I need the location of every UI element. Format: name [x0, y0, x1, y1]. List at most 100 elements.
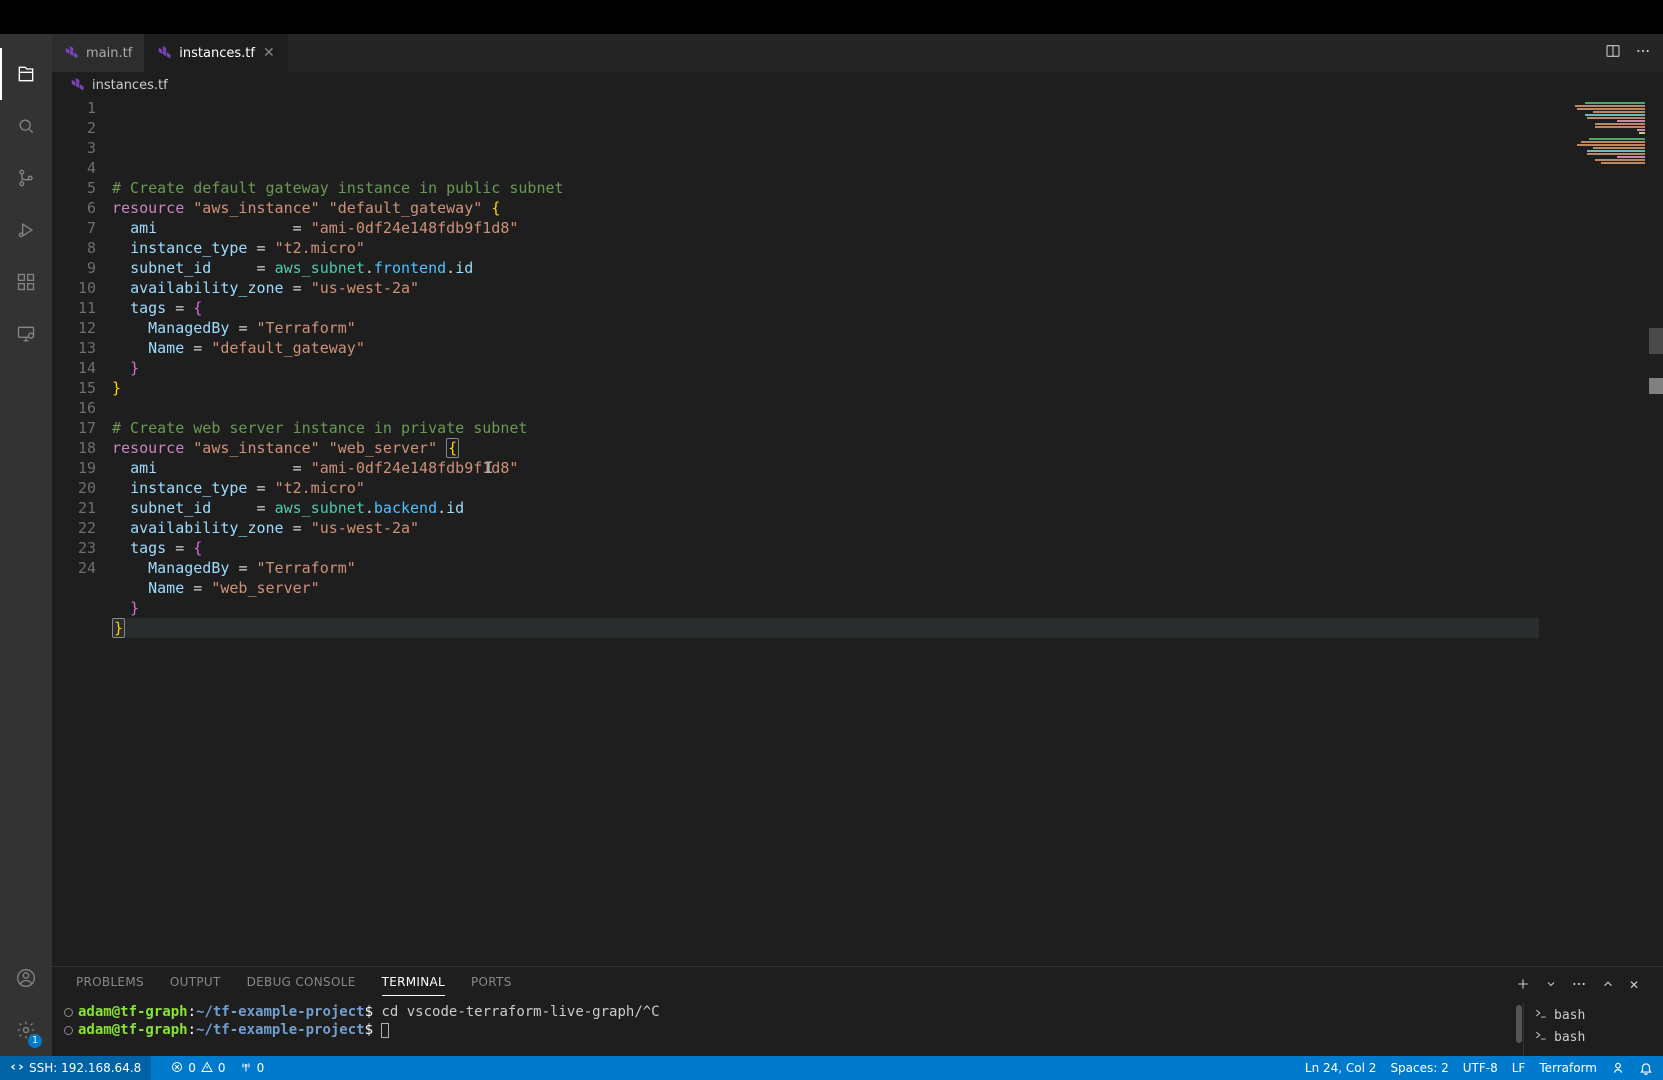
line-number: 7: [52, 218, 96, 238]
new-terminal-icon[interactable]: [1515, 976, 1531, 995]
terminal-path: ~/tf-example-project: [196, 1003, 365, 1021]
code-line[interactable]: resource "aws_instance" "web_server" {: [112, 438, 1663, 458]
terminal-bullet-icon: [64, 1008, 73, 1017]
settings-badge: 1: [28, 1034, 42, 1048]
terraform-file-icon: [64, 46, 78, 60]
terminal-list-item[interactable]: bash: [1534, 1027, 1653, 1049]
line-number: 22: [52, 518, 96, 538]
terminal-list: bash bash: [1523, 1003, 1663, 1056]
terminal-shell-icon: [1534, 1028, 1548, 1048]
code-line[interactable]: ami = "ami-0df24e148fdb9f1d8": [112, 458, 1663, 478]
status-encoding[interactable]: UTF-8: [1463, 1061, 1498, 1075]
terminal-scrollbar[interactable]: [1516, 1005, 1522, 1043]
status-language-mode[interactable]: Terraform: [1539, 1061, 1597, 1075]
tab-instances-tf[interactable]: instances.tf ✕: [145, 34, 287, 72]
code-line[interactable]: availability_zone = "us-west-2a": [112, 518, 1663, 538]
terminal-list-item[interactable]: bash: [1534, 1005, 1653, 1027]
terminal-user: adam@tf-graph: [78, 1021, 188, 1039]
code-editor[interactable]: 123456789101112131415161718192021222324 …: [52, 98, 1663, 966]
line-number: 6: [52, 198, 96, 218]
code-line[interactable]: }: [112, 358, 1663, 378]
panel-tab-ports[interactable]: PORTS: [471, 975, 512, 995]
close-tab-icon[interactable]: ✕: [263, 46, 275, 60]
terminal-cursor: [381, 1023, 389, 1038]
panel-tab-output[interactable]: OUTPUT: [170, 975, 221, 995]
breadcrumb[interactable]: instances.tf: [52, 72, 1663, 98]
status-eol[interactable]: LF: [1512, 1061, 1526, 1075]
terminal-dropdown-icon[interactable]: [1545, 978, 1557, 993]
activity-explorer-icon[interactable]: [0, 48, 52, 100]
radio-tower-icon: [240, 1061, 252, 1076]
line-number: 1: [52, 98, 96, 118]
status-feedback-icon[interactable]: [1611, 1061, 1625, 1075]
terminal-user: adam@tf-graph: [78, 1003, 188, 1021]
code-line[interactable]: ami = "ami-0df24e148fdb9f1d8": [112, 218, 1663, 238]
status-bell-icon[interactable]: [1639, 1061, 1653, 1075]
status-bar: SSH: 192.168.64.8 0 0 0 Ln 24, Col 2 Spa…: [0, 1056, 1663, 1080]
line-number: 20: [52, 478, 96, 498]
code-line[interactable]: }: [112, 378, 1663, 398]
line-number: 9: [52, 258, 96, 278]
status-ports[interactable]: 0: [240, 1061, 265, 1076]
activity-extensions-icon[interactable]: [0, 256, 52, 308]
code-line[interactable]: subnet_id = aws_subnet.frontend.id: [112, 258, 1663, 278]
activity-bar: 1: [0, 34, 52, 1056]
breadcrumb-file: instances.tf: [92, 78, 168, 93]
split-editor-icon[interactable]: [1605, 43, 1621, 63]
code-line[interactable]: }: [112, 618, 1663, 638]
panel-close-icon[interactable]: ✕: [1629, 978, 1639, 992]
code-line[interactable]: subnet_id = aws_subnet.backend.id: [112, 498, 1663, 518]
minimap[interactable]: [1539, 98, 1649, 966]
line-number: 17: [52, 418, 96, 438]
line-number: 21: [52, 498, 96, 518]
terminal-more-icon[interactable]: [1571, 976, 1587, 995]
line-number: 15: [52, 378, 96, 398]
terminal-path: ~/tf-example-project: [196, 1021, 365, 1039]
more-actions-icon[interactable]: [1635, 43, 1651, 63]
code-line[interactable]: ManagedBy = "Terraform": [112, 558, 1663, 578]
panel-maximize-icon[interactable]: [1601, 977, 1615, 994]
warning-icon: [201, 1061, 213, 1076]
code-line[interactable]: resource "aws_instance" "default_gateway…: [112, 198, 1663, 218]
tab-instances-label: instances.tf: [179, 46, 255, 61]
code-line[interactable]: [112, 398, 1663, 418]
code-line[interactable]: # Create web server instance in private …: [112, 418, 1663, 438]
code-line[interactable]: instance_type = "t2.micro": [112, 238, 1663, 258]
code-line[interactable]: Name = "default_gateway": [112, 338, 1663, 358]
code-line[interactable]: }: [112, 598, 1663, 618]
activity-run-debug-icon[interactable]: [0, 204, 52, 256]
code-line[interactable]: Name = "web_server": [112, 578, 1663, 598]
tab-main-tf[interactable]: main.tf: [52, 34, 145, 72]
terminal-view[interactable]: adam@tf-graph:~/tf-example-project$ cd v…: [52, 1003, 1523, 1056]
code-line[interactable]: # Create default gateway instance in pub…: [112, 178, 1663, 198]
code-line[interactable]: instance_type = "t2.micro": [112, 478, 1663, 498]
titlebar-black-strip: [0, 0, 1663, 34]
activity-remote-explorer-icon[interactable]: [0, 308, 52, 360]
activity-settings-icon[interactable]: 1: [0, 1004, 52, 1056]
code-line[interactable]: ManagedBy = "Terraform": [112, 318, 1663, 338]
status-indent[interactable]: Spaces: 2: [1390, 1061, 1448, 1075]
panel-tab-debug-console[interactable]: DEBUG CONSOLE: [247, 975, 356, 995]
status-problems[interactable]: 0 0: [171, 1061, 225, 1076]
activity-source-control-icon[interactable]: [0, 152, 52, 204]
code-line[interactable]: tags = {: [112, 538, 1663, 558]
code-line[interactable]: [112, 158, 1663, 178]
panel-tab-problems[interactable]: PROBLEMS: [76, 975, 144, 995]
error-icon: [171, 1061, 183, 1076]
line-number: 5: [52, 178, 96, 198]
line-number: 4: [52, 158, 96, 178]
line-number: 3: [52, 138, 96, 158]
terminal-shell-icon: [1534, 1006, 1548, 1026]
line-number: 19: [52, 458, 96, 478]
code-line[interactable]: availability_zone = "us-west-2a": [112, 278, 1663, 298]
code-line[interactable]: tags = {: [112, 298, 1663, 318]
line-number: 18: [52, 438, 96, 458]
panel-tab-terminal[interactable]: TERMINAL: [382, 975, 445, 996]
status-cursor-position[interactable]: Ln 24, Col 2: [1305, 1061, 1377, 1075]
line-number: 10: [52, 278, 96, 298]
activity-search-icon[interactable]: [0, 100, 52, 152]
status-remote[interactable]: SSH: 192.168.64.8: [0, 1056, 151, 1080]
scrollbar-overview[interactable]: [1649, 98, 1663, 966]
activity-accounts-icon[interactable]: [0, 952, 52, 1004]
line-number: 8: [52, 238, 96, 258]
